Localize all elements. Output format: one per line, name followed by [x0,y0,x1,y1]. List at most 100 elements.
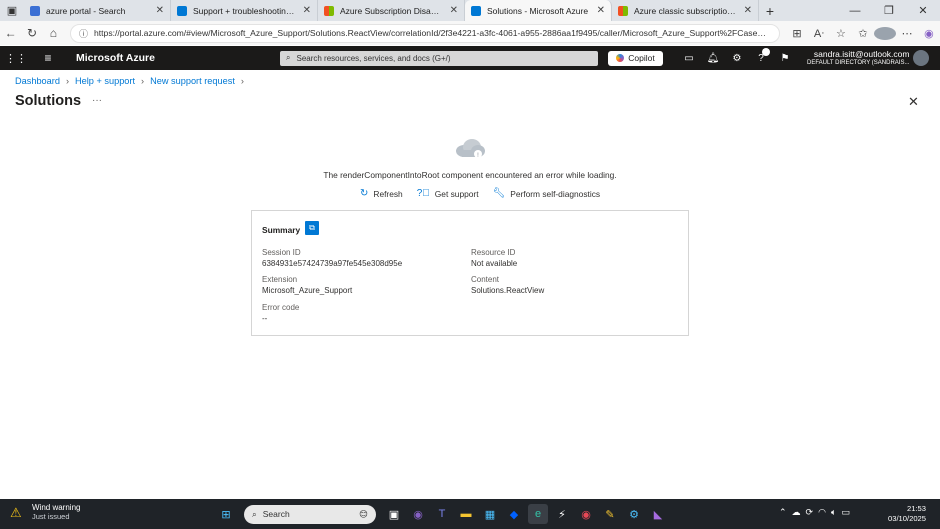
browser-tab[interactable]: Azure Subscription Disabled – Re ✕ [318,0,465,21]
breadcrumb-help-support[interactable]: Help + support [75,76,135,86]
read-aloud-icon[interactable]: Aᐧ [808,27,830,40]
extension-label: Extension [262,275,298,284]
search-icon: ⌕ [286,53,291,62]
weather-widget[interactable]: ⚠ Wind warning Just issued [10,503,80,521]
start-windows-icon[interactable]: ⊞ [216,504,236,524]
show-hidden-icons-icon[interactable]: ⌃ [779,507,787,518]
settings-gear-icon[interactable]: ⚙ [725,53,749,64]
browser-tab-active[interactable]: Solutions - Microsoft Azure ✕ [465,0,612,21]
hamburger-menu-icon[interactable]: ≡ [36,51,60,65]
breadcrumb-dashboard[interactable]: Dashboard [15,76,60,86]
help-icon[interactable]: ? [749,47,773,64]
copilot-sidebar-icon[interactable]: ◉ [918,27,940,40]
profile-icon[interactable] [873,26,896,40]
tab-title: Solutions - Microsoft Azure [487,5,589,16]
clock-time: 21:53 [907,504,927,513]
site-info-icon[interactable]: ⓘ [79,27,88,40]
close-tab-icon[interactable]: ✕ [303,5,311,16]
error-actions: ↻ Refresh ?⃝ Get support 🔧︎ Perform self… [360,188,600,199]
get-support-label: Get support [434,188,479,199]
minimize-icon[interactable]: — [838,0,872,21]
session-id-label: Session ID [262,248,301,257]
azure-favicon-icon [177,5,187,16]
teams-icon[interactable]: T [432,504,452,524]
reload-icon[interactable]: ↻ [21,26,42,40]
favorites-icon[interactable]: ✩ [852,27,874,40]
power-automate-icon[interactable]: ⚡ [552,504,572,524]
close-window-icon[interactable]: ✕ [906,0,940,21]
task-view-icon[interactable]: ▣ [384,504,404,524]
visual-studio-icon[interactable]: ◣ [648,504,668,524]
account-avatar[interactable] [913,50,930,66]
close-tab-icon[interactable]: ✕ [156,5,164,16]
search-placeholder: Search resources, services, and docs (G+… [296,53,451,63]
browser-tab[interactable]: Support + troubleshooting - Micr ✕ [171,0,318,21]
feedback-icon[interactable]: ⚑ [773,53,797,64]
tab-title: Azure Subscription Disabled – Re [340,5,444,16]
resource-id-field: Resource ID Not available [471,247,517,269]
close-tab-icon[interactable]: ✕ [597,5,605,16]
new-tab-button[interactable]: + [759,0,781,21]
session-id-field: Session ID 6384931e57424739a97fe545e308d… [262,247,402,269]
azure-favicon-icon [471,5,481,16]
account-email: sandra.isitt@outlook.com [813,49,910,60]
copilot-icon [616,54,625,62]
tab-title: Support + troubleshooting - Micr [193,5,297,16]
get-support-button[interactable]: ?⃝ Get support [417,188,479,199]
battery-icon[interactable]: ▭ [841,507,850,518]
back-icon[interactable]: ← [0,26,21,40]
more-actions-icon[interactable]: ··· [92,95,102,106]
search-icon: ⌕ [252,508,257,519]
breadcrumb: Dashboard › Help + support › New support… [15,76,244,86]
weather-title: Wind warning [32,503,81,512]
cloud-shell-icon[interactable]: ▭ [677,53,701,64]
settings-app-icon[interactable]: ⚙ [624,504,644,524]
notes-app-icon[interactable]: ✎ [600,504,620,524]
portal-menu-grid-icon[interactable]: ⋮⋮ [4,52,28,65]
address-bar-row: ← ↻ ⌂ ⓘ https://portal.azure.com/#view/M… [0,21,940,45]
global-search-input[interactable]: ⌕ Search resources, services, and docs (… [280,50,598,66]
notifications-bell-icon[interactable]: 🔔︎ [701,53,725,64]
self-diagnostics-button[interactable]: 🔧︎ Perform self-diagnostics [493,188,601,199]
search-favicon-icon [30,5,40,16]
dropbox-icon[interactable]: ◆ [504,504,524,524]
search-highlight-icon: 😊 [359,508,368,519]
azure-brand[interactable]: Microsoft Azure [76,52,256,64]
copilot-app-icon[interactable]: ◉ [408,504,428,524]
home-icon[interactable]: ⌂ [43,26,64,40]
restore-icon[interactable]: ❐ [872,0,906,21]
workspaces-icon[interactable]: ▣ [0,0,24,21]
close-tab-icon[interactable]: ✕ [744,5,752,16]
more-options-icon[interactable]: ⋯ [896,27,918,40]
summary-card: Summary ⧉ Session ID 6384931e57424739a97… [251,210,689,336]
system-tray: ⌃ ☁ ⟳ ◠ 🔈︎ ▭ [779,507,850,518]
onedrive-icon[interactable]: ☁ [792,507,801,518]
breadcrumb-new-support-request[interactable]: New support request [150,76,235,86]
account-info[interactable]: sandra.isitt@outlook.com DEFAULT DIRECTO… [807,50,909,66]
close-tab-icon[interactable]: ✕ [450,5,458,16]
refresh-button[interactable]: ↻ Refresh [360,188,403,199]
resource-id-value: Not available [471,259,518,268]
wifi-icon[interactable]: ◠ [818,507,826,518]
close-blade-icon[interactable]: ✕ [908,94,919,110]
copilot-pwa-icon[interactable]: ◉ [576,504,596,524]
taskbar-clock[interactable]: 21:53 03/10/2025 [888,504,926,524]
split-screen-icon[interactable]: ⊞ [786,27,808,40]
chevron-right-icon: › [65,76,70,86]
store-icon[interactable]: ▦ [480,504,500,524]
browser-tab[interactable]: Azure classic subscription admini ✕ [612,0,759,21]
copilot-button[interactable]: Copilot [608,50,663,66]
favorite-star-icon[interactable]: ☆ [830,27,852,40]
sync-icon[interactable]: ⟳ [806,507,814,518]
file-explorer-icon[interactable]: ▬ [456,504,476,524]
wrench-icon: 🔧︎ [492,188,506,199]
browser-tab-strip: ▣ azure portal - Search ✕ Support + trou… [0,0,940,21]
volume-icon[interactable]: 🔈︎ [831,507,836,518]
taskbar-search[interactable]: ⌕ Search 😊 [244,504,376,524]
browser-tab[interactable]: azure portal - Search ✕ [24,0,171,21]
url-field[interactable]: ⓘ https://portal.azure.com/#view/Microso… [69,23,780,43]
chevron-right-icon: › [141,76,145,86]
notification-badge [762,47,770,56]
copy-icon[interactable]: ⧉ [305,221,319,235]
edge-browser-icon[interactable]: e [528,504,548,524]
